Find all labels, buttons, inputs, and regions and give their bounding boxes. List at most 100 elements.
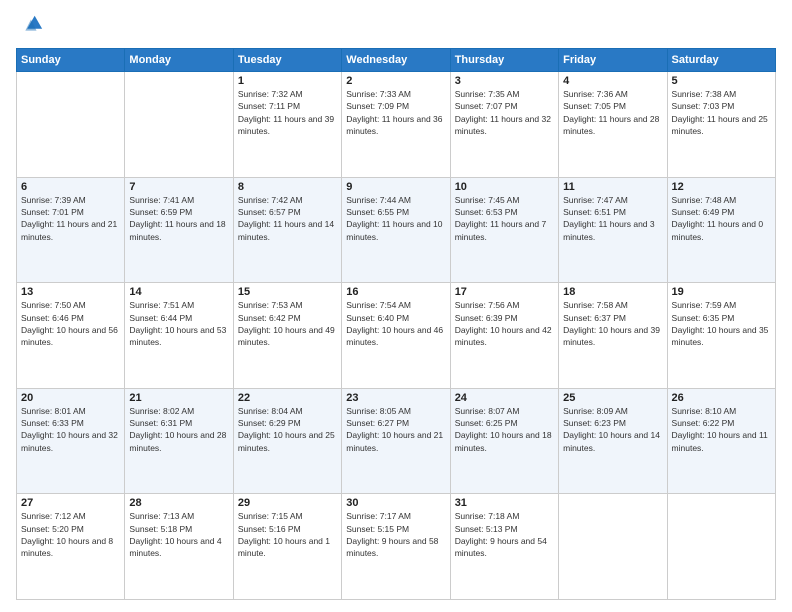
calendar-cell: 25Sunrise: 8:09 AM Sunset: 6:23 PM Dayli… [559,388,667,494]
day-number: 1 [238,75,337,87]
day-content: Sunrise: 7:15 AM Sunset: 5:16 PM Dayligh… [238,510,337,559]
weekday-header-wednesday: Wednesday [342,49,450,72]
day-number: 28 [129,497,228,509]
calendar-cell: 31Sunrise: 7:18 AM Sunset: 5:13 PM Dayli… [450,494,558,600]
day-content: Sunrise: 7:44 AM Sunset: 6:55 PM Dayligh… [346,194,445,243]
calendar-cell: 17Sunrise: 7:56 AM Sunset: 6:39 PM Dayli… [450,283,558,389]
day-content: Sunrise: 7:51 AM Sunset: 6:44 PM Dayligh… [129,299,228,348]
day-content: Sunrise: 8:10 AM Sunset: 6:22 PM Dayligh… [672,405,771,454]
day-number: 27 [21,497,120,509]
day-number: 11 [563,181,662,193]
calendar-cell: 15Sunrise: 7:53 AM Sunset: 6:42 PM Dayli… [233,283,341,389]
calendar-cell: 28Sunrise: 7:13 AM Sunset: 5:18 PM Dayli… [125,494,233,600]
calendar-cell [667,494,775,600]
calendar-cell: 26Sunrise: 8:10 AM Sunset: 6:22 PM Dayli… [667,388,775,494]
day-content: Sunrise: 8:04 AM Sunset: 6:29 PM Dayligh… [238,405,337,454]
calendar-cell: 1Sunrise: 7:32 AM Sunset: 7:11 PM Daylig… [233,72,341,178]
calendar-cell [559,494,667,600]
day-number: 20 [21,392,120,404]
day-number: 15 [238,286,337,298]
header [16,12,776,40]
weekday-header-monday: Monday [125,49,233,72]
day-content: Sunrise: 7:13 AM Sunset: 5:18 PM Dayligh… [129,510,228,559]
day-number: 17 [455,286,554,298]
day-content: Sunrise: 7:18 AM Sunset: 5:13 PM Dayligh… [455,510,554,559]
week-row-1: 1Sunrise: 7:32 AM Sunset: 7:11 PM Daylig… [17,72,776,178]
calendar-cell: 11Sunrise: 7:47 AM Sunset: 6:51 PM Dayli… [559,177,667,283]
day-content: Sunrise: 7:58 AM Sunset: 6:37 PM Dayligh… [563,299,662,348]
calendar-cell: 8Sunrise: 7:42 AM Sunset: 6:57 PM Daylig… [233,177,341,283]
day-number: 29 [238,497,337,509]
day-content: Sunrise: 8:01 AM Sunset: 6:33 PM Dayligh… [21,405,120,454]
calendar-cell: 6Sunrise: 7:39 AM Sunset: 7:01 PM Daylig… [17,177,125,283]
day-content: Sunrise: 8:07 AM Sunset: 6:25 PM Dayligh… [455,405,554,454]
day-content: Sunrise: 8:09 AM Sunset: 6:23 PM Dayligh… [563,405,662,454]
day-number: 5 [672,75,771,87]
calendar-cell: 24Sunrise: 8:07 AM Sunset: 6:25 PM Dayli… [450,388,558,494]
day-number: 18 [563,286,662,298]
day-content: Sunrise: 8:05 AM Sunset: 6:27 PM Dayligh… [346,405,445,454]
calendar-cell: 30Sunrise: 7:17 AM Sunset: 5:15 PM Dayli… [342,494,450,600]
week-row-3: 13Sunrise: 7:50 AM Sunset: 6:46 PM Dayli… [17,283,776,389]
weekday-header-saturday: Saturday [667,49,775,72]
week-row-2: 6Sunrise: 7:39 AM Sunset: 7:01 PM Daylig… [17,177,776,283]
day-number: 8 [238,181,337,193]
day-content: Sunrise: 7:48 AM Sunset: 6:49 PM Dayligh… [672,194,771,243]
day-number: 25 [563,392,662,404]
day-content: Sunrise: 7:39 AM Sunset: 7:01 PM Dayligh… [21,194,120,243]
day-content: Sunrise: 7:17 AM Sunset: 5:15 PM Dayligh… [346,510,445,559]
weekday-header-friday: Friday [559,49,667,72]
weekday-header-row: SundayMondayTuesdayWednesdayThursdayFrid… [17,49,776,72]
day-number: 16 [346,286,445,298]
logo [16,12,48,40]
weekday-header-thursday: Thursday [450,49,558,72]
day-number: 22 [238,392,337,404]
day-number: 3 [455,75,554,87]
calendar-cell: 19Sunrise: 7:59 AM Sunset: 6:35 PM Dayli… [667,283,775,389]
day-number: 9 [346,181,445,193]
day-content: Sunrise: 7:38 AM Sunset: 7:03 PM Dayligh… [672,88,771,137]
day-content: Sunrise: 7:32 AM Sunset: 7:11 PM Dayligh… [238,88,337,137]
calendar-cell: 14Sunrise: 7:51 AM Sunset: 6:44 PM Dayli… [125,283,233,389]
day-number: 19 [672,286,771,298]
calendar-cell: 22Sunrise: 8:04 AM Sunset: 6:29 PM Dayli… [233,388,341,494]
day-content: Sunrise: 7:56 AM Sunset: 6:39 PM Dayligh… [455,299,554,348]
day-number: 10 [455,181,554,193]
day-content: Sunrise: 7:59 AM Sunset: 6:35 PM Dayligh… [672,299,771,348]
calendar-cell: 13Sunrise: 7:50 AM Sunset: 6:46 PM Dayli… [17,283,125,389]
calendar-cell: 2Sunrise: 7:33 AM Sunset: 7:09 PM Daylig… [342,72,450,178]
page: SundayMondayTuesdayWednesdayThursdayFrid… [0,0,792,612]
day-content: Sunrise: 7:41 AM Sunset: 6:59 PM Dayligh… [129,194,228,243]
calendar-cell: 9Sunrise: 7:44 AM Sunset: 6:55 PM Daylig… [342,177,450,283]
day-content: Sunrise: 8:02 AM Sunset: 6:31 PM Dayligh… [129,405,228,454]
day-content: Sunrise: 7:45 AM Sunset: 6:53 PM Dayligh… [455,194,554,243]
weekday-header-sunday: Sunday [17,49,125,72]
day-number: 2 [346,75,445,87]
day-content: Sunrise: 7:54 AM Sunset: 6:40 PM Dayligh… [346,299,445,348]
calendar-cell: 4Sunrise: 7:36 AM Sunset: 7:05 PM Daylig… [559,72,667,178]
day-number: 26 [672,392,771,404]
calendar-cell: 7Sunrise: 7:41 AM Sunset: 6:59 PM Daylig… [125,177,233,283]
day-number: 6 [21,181,120,193]
day-content: Sunrise: 7:35 AM Sunset: 7:07 PM Dayligh… [455,88,554,137]
day-content: Sunrise: 7:53 AM Sunset: 6:42 PM Dayligh… [238,299,337,348]
day-content: Sunrise: 7:33 AM Sunset: 7:09 PM Dayligh… [346,88,445,137]
day-content: Sunrise: 7:36 AM Sunset: 7:05 PM Dayligh… [563,88,662,137]
calendar-cell: 23Sunrise: 8:05 AM Sunset: 6:27 PM Dayli… [342,388,450,494]
calendar-cell: 29Sunrise: 7:15 AM Sunset: 5:16 PM Dayli… [233,494,341,600]
calendar-cell: 18Sunrise: 7:58 AM Sunset: 6:37 PM Dayli… [559,283,667,389]
day-number: 12 [672,181,771,193]
day-content: Sunrise: 7:47 AM Sunset: 6:51 PM Dayligh… [563,194,662,243]
calendar-cell: 16Sunrise: 7:54 AM Sunset: 6:40 PM Dayli… [342,283,450,389]
calendar-cell: 3Sunrise: 7:35 AM Sunset: 7:07 PM Daylig… [450,72,558,178]
day-content: Sunrise: 7:50 AM Sunset: 6:46 PM Dayligh… [21,299,120,348]
day-number: 21 [129,392,228,404]
day-number: 30 [346,497,445,509]
calendar-cell: 21Sunrise: 8:02 AM Sunset: 6:31 PM Dayli… [125,388,233,494]
calendar-cell: 20Sunrise: 8:01 AM Sunset: 6:33 PM Dayli… [17,388,125,494]
calendar-cell: 27Sunrise: 7:12 AM Sunset: 5:20 PM Dayli… [17,494,125,600]
week-row-4: 20Sunrise: 8:01 AM Sunset: 6:33 PM Dayli… [17,388,776,494]
day-number: 23 [346,392,445,404]
calendar-cell: 5Sunrise: 7:38 AM Sunset: 7:03 PM Daylig… [667,72,775,178]
calendar-cell: 12Sunrise: 7:48 AM Sunset: 6:49 PM Dayli… [667,177,775,283]
